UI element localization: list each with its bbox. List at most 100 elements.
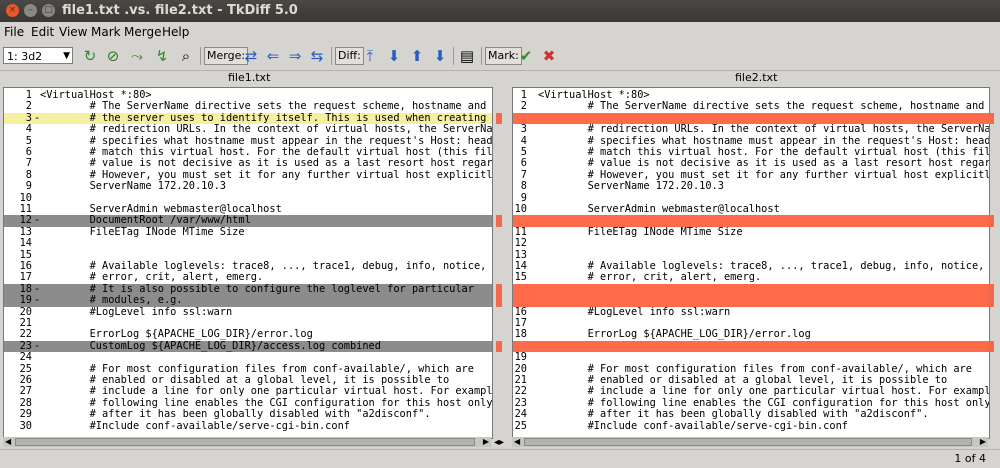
toolbar-separator <box>453 47 454 65</box>
line-text: ServerName 172.20.10.3 <box>538 180 724 193</box>
line-text: #LogLevel info ssl:warn <box>538 305 731 318</box>
line-number: 3 <box>520 123 527 136</box>
diff-line: 4 # redirection URLs. In the context of … <box>4 123 493 136</box>
diff-line <box>513 283 989 296</box>
line-number: 19 <box>19 294 32 307</box>
chevron-down-icon: ▼ <box>63 51 70 61</box>
find-icon[interactable]: ⤳ <box>127 46 147 66</box>
diff-line: 24 # after it has been globally disabled… <box>513 408 989 421</box>
diff-map-marker[interactable] <box>496 283 502 296</box>
line-text: ServerName 172.20.10.3 <box>40 180 226 193</box>
merge-left-icon[interactable]: ⇐ <box>263 46 283 66</box>
diff-selector-value: 1: 3d2 <box>7 50 43 63</box>
menu-bar: File Edit View Mark Merge Help <box>0 22 1000 42</box>
diff-line: 19 <box>513 351 989 363</box>
menu-edit[interactable]: Edit <box>31 25 54 39</box>
diff-map-marker[interactable] <box>988 295 994 307</box>
line-text: # The ServerName directive sets the requ… <box>587 100 985 113</box>
diff-map-marker[interactable] <box>988 215 994 227</box>
line-text: # redirection URLs. In the context of vi… <box>538 123 990 136</box>
line-text: # redirection URLs. In the context of vi… <box>40 123 493 136</box>
diff-line: 23- CustomLog ${APACHE_LOG_DIR}/access.l… <box>4 340 492 353</box>
diff-line: 2 # The ServerName directive sets the re… <box>513 100 989 113</box>
status-bar: 1 of 4 <box>0 449 1000 468</box>
right-horizontal-scrollbar[interactable]: ◀ ▶ <box>512 437 988 447</box>
diff-count: 1 of 4 <box>954 452 986 465</box>
scroll-left-icon[interactable]: ◀ <box>514 437 520 447</box>
scroll-right-icon[interactable]: ▶ <box>980 437 986 447</box>
right-diff-pane[interactable]: 1 <VirtualHost *:80> 2 # The ServerName di… <box>512 87 990 439</box>
line-text: FileETag INode MTime Size <box>40 225 245 238</box>
scroll-left-icon[interactable]: ◀ <box>5 437 11 447</box>
scroll-thumb[interactable] <box>524 438 972 446</box>
left-diff-map[interactable] <box>495 88 503 438</box>
menu-file[interactable]: File <box>4 25 24 39</box>
toolbar-separator <box>331 47 332 65</box>
diff-line: 20 #LogLevel info ssl:warn <box>4 306 492 318</box>
line-number: 2 <box>520 100 527 113</box>
prev-diff-icon[interactable]: ⬆ <box>407 46 427 66</box>
diff-line: 16 #LogLevel info ssl:warn <box>513 305 989 318</box>
diff-map-marker[interactable] <box>988 283 994 296</box>
minimize-window-button[interactable]: – <box>24 4 37 17</box>
diff-map-marker[interactable] <box>988 112 994 125</box>
diff-line: 30 #Include conf-available/serve-cgi-bin… <box>4 419 492 432</box>
mark-set-icon[interactable]: ✔ <box>516 46 536 66</box>
close-window-button[interactable]: × <box>6 4 19 17</box>
menu-help[interactable]: Help <box>162 25 189 39</box>
rediff-icon[interactable]: ↻ <box>80 46 100 66</box>
right-diff-map[interactable] <box>987 88 995 438</box>
diff-line: 25 #Include conf-available/serve-cgi-bin… <box>513 419 989 432</box>
split-icon[interactable]: ⊘ <box>103 46 123 66</box>
line-number: 12 <box>514 237 527 250</box>
line-text: ErrorLog ${APACHE_LOG_DIR}/error.log <box>538 328 811 341</box>
next-diff-icon[interactable]: ⬇ <box>430 46 450 66</box>
scroll-thumb[interactable] <box>15 438 475 446</box>
menu-merge[interactable]: Merge <box>124 25 161 39</box>
scroll-right-icon[interactable]: ▶ <box>483 437 489 447</box>
line-number: 14 <box>19 237 32 250</box>
diff-map-marker[interactable] <box>496 295 502 307</box>
diff-map-marker[interactable] <box>988 340 994 353</box>
menu-mark[interactable]: Mark <box>91 25 121 39</box>
maximize-window-button[interactable]: □ <box>42 4 55 17</box>
line-text: # error, crit, alert, emerg. <box>538 271 762 284</box>
center-icon[interactable]: ▤ <box>457 46 477 66</box>
toolbar-separator <box>200 47 201 65</box>
line-number: 18 <box>514 328 527 341</box>
diff-map-marker[interactable] <box>496 215 502 227</box>
line-text: ServerAdmin webmaster@localhost <box>538 203 780 215</box>
diff-line: 29 # after it has been globally disabled… <box>4 408 492 421</box>
binoculars-icon[interactable]: ⌕ <box>176 46 196 66</box>
line-number: 24 <box>514 408 527 421</box>
line-number: 10 <box>514 203 527 215</box>
toolbar-separator <box>481 47 482 65</box>
diff-selector[interactable]: 1: 3d2 ▼ <box>3 47 73 64</box>
left-horizontal-scrollbar[interactable]: ◀ ▶ <box>3 437 491 447</box>
diff-map-marker[interactable] <box>496 112 502 125</box>
title-bar: × – □ file1.txt .vs. file2.txt - TkDiff … <box>0 0 1000 22</box>
line-number: 25 <box>514 419 527 432</box>
right-file-name: file2.txt <box>735 71 778 84</box>
merge-swap-icon[interactable]: ⇆ <box>307 46 327 66</box>
diff-line: 15 # error, crit, alert, emerg. <box>513 271 989 284</box>
merge-right-icon[interactable]: ⇒ <box>285 46 305 66</box>
left-diff-pane[interactable]: 1 <VirtualHost *:80> 2 # The ServerName di… <box>3 87 493 439</box>
sync-icon[interactable]: ↯ <box>152 46 172 66</box>
first-diff-icon[interactable]: ⤒ <box>360 46 380 66</box>
diff-line: 14 <box>4 237 492 250</box>
diff-line <box>513 295 989 307</box>
merge-both-icon[interactable]: ⇄ <box>241 46 261 66</box>
line-text: # after it has been globally disabled wi… <box>40 408 431 421</box>
pane-splitter-icon[interactable]: ◂▸ <box>494 437 504 448</box>
line-number: 30 <box>19 419 32 432</box>
line-number: 15 <box>514 271 527 284</box>
toolbar: 1: 3d2 ▼ ↻ ⊘ ⤳ ↯ ⌕ Merge: ⇄ ⇐ ⇒ ⇆ Diff: … <box>0 42 1000 71</box>
diff-line: 11 FileETag INode MTime Size <box>513 226 989 238</box>
diff-line: 18 ErrorLog ${APACHE_LOG_DIR}/error.log <box>513 328 989 341</box>
next-diff-down-icon[interactable]: ⬇ <box>384 46 404 66</box>
line-number: 9 <box>25 180 32 193</box>
mark-clear-icon[interactable]: ✖ <box>539 46 559 66</box>
diff-map-marker[interactable] <box>496 340 502 353</box>
menu-view[interactable]: View <box>59 25 87 39</box>
